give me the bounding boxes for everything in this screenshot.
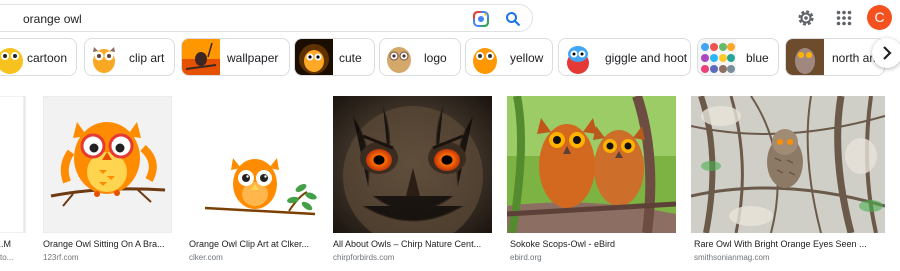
result-source[interactable]: sto... bbox=[0, 253, 24, 262]
result-source[interactable]: ebird.org bbox=[510, 253, 676, 262]
search-bar[interactable]: orange owl bbox=[0, 4, 533, 32]
chip-label: yellow bbox=[510, 51, 544, 65]
result-title[interactable]: ...M bbox=[0, 239, 24, 249]
result-source[interactable]: smithsonianmag.com bbox=[694, 253, 885, 262]
chip-thumbnail-owl-giggle-and-hoot bbox=[559, 39, 597, 75]
chip-yellow[interactable]: yellow bbox=[465, 38, 553, 76]
chip-thumbnail-owl-wallpaper bbox=[182, 39, 220, 75]
result-source[interactable]: clker.com bbox=[189, 253, 318, 262]
result-thumbnail[interactable] bbox=[0, 96, 26, 233]
chip-thumbnail-owl-north-american bbox=[786, 39, 824, 75]
chip-label: logo bbox=[424, 51, 447, 65]
account-avatar[interactable]: C bbox=[867, 5, 892, 30]
search-input[interactable]: orange owl bbox=[23, 12, 82, 26]
result-title[interactable]: All About Owls – Chirp Nature Cent... bbox=[333, 239, 492, 249]
result-source[interactable]: chirpforbirds.com bbox=[333, 253, 492, 262]
chip-thumbnail-owl-blue bbox=[698, 39, 736, 75]
chip-cartoon[interactable]: cartoon bbox=[0, 38, 77, 76]
chip-label: wallpaper bbox=[227, 51, 279, 65]
chip-label: clip art bbox=[129, 51, 165, 65]
chip-wallpaper[interactable]: wallpaper bbox=[181, 38, 290, 76]
chip-label: blue bbox=[746, 51, 769, 65]
chip-thumbnail-owl-cartoon bbox=[0, 39, 29, 75]
result-thumbnail[interactable] bbox=[43, 96, 172, 233]
chip-clip-art[interactable]: clip art bbox=[84, 38, 175, 76]
chip-blue[interactable]: blue bbox=[697, 38, 779, 76]
result-thumbnail[interactable] bbox=[507, 96, 676, 233]
chip-cute[interactable]: cute bbox=[294, 38, 375, 76]
chip-thumbnail-owl-cute bbox=[295, 39, 333, 75]
search-icon[interactable] bbox=[505, 11, 521, 27]
result-thumbnail[interactable] bbox=[189, 96, 318, 233]
result-title[interactable]: Orange Owl Sitting On A Bra... bbox=[43, 239, 172, 249]
settings-gear-icon[interactable] bbox=[796, 8, 816, 28]
chevron-right-icon bbox=[883, 46, 892, 60]
chip-logo[interactable]: logo bbox=[379, 38, 461, 76]
chip-thumbnail-owl-yellow bbox=[466, 39, 504, 75]
result-source[interactable]: 123rf.com bbox=[43, 253, 172, 262]
chip-label: cartoon bbox=[27, 51, 68, 65]
result-thumbnail[interactable] bbox=[691, 96, 885, 233]
chip-north-american[interactable]: north am bbox=[785, 38, 885, 76]
result-thumbnail[interactable] bbox=[333, 96, 492, 233]
chip-thumbnail-owl-logo bbox=[380, 39, 418, 75]
result-title[interactable]: Sokoke Scops-Owl - eBird bbox=[510, 239, 676, 249]
chip-thumbnail-owl-clip-art bbox=[85, 39, 123, 75]
chip-label: cute bbox=[339, 51, 362, 65]
result-title[interactable]: Orange Owl Clip Art at Clker... bbox=[189, 239, 318, 249]
chip-giggle-and-hoot[interactable]: giggle and hoot bbox=[558, 38, 691, 76]
chips-next-button[interactable] bbox=[872, 38, 900, 68]
chip-label: giggle and hoot bbox=[605, 51, 688, 65]
result-title[interactable]: Rare Owl With Bright Orange Eyes Seen ..… bbox=[694, 239, 885, 249]
apps-grid-icon[interactable] bbox=[836, 10, 852, 26]
google-lens-icon[interactable] bbox=[472, 10, 490, 28]
